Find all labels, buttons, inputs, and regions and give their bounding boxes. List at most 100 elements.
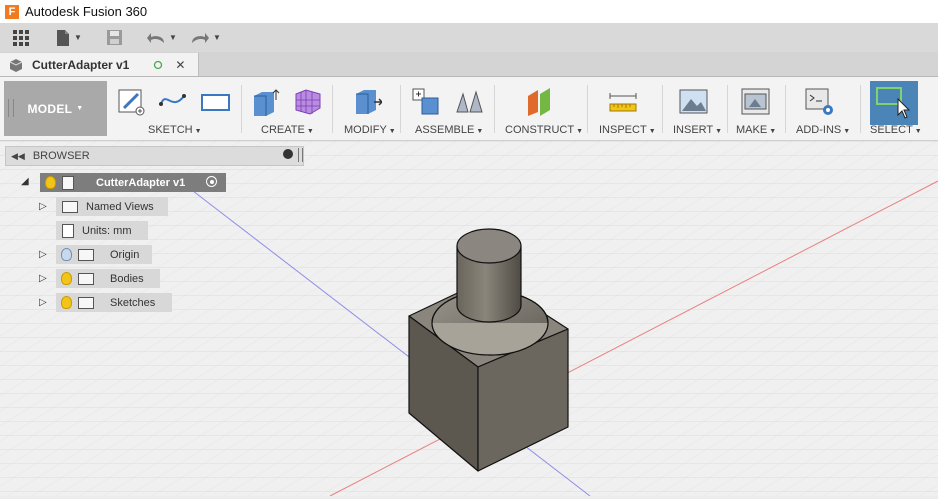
spline-icon[interactable] [158,86,188,116]
form-icon[interactable] [292,86,322,116]
visibility-bulb-icon[interactable] [61,296,72,309]
visibility-bulb-icon[interactable] [45,176,56,189]
measure-icon[interactable] [608,86,638,116]
expand-arrow-icon[interactable]: ▷ [39,201,47,212]
folder-icon [78,296,94,309]
toolbar-separator [400,85,401,133]
chevron-down-icon: ▼ [576,128,583,135]
sketch-menu-label: SKETCH [148,124,193,136]
chevron-down-icon: ▼ [194,128,202,135]
expand-arrow-icon[interactable]: ▷ [39,273,47,284]
offset-plane-icon[interactable] [524,86,554,116]
insert-image-icon[interactable] [678,86,708,116]
save-button[interactable] [106,28,123,47]
document-tab-bar: CutterAdapter v1 ✕ [0,52,938,77]
collapse-root-icon[interactable]: ◢ [21,176,29,187]
extrude-icon[interactable] [250,86,280,116]
3d-print-icon[interactable] [740,86,770,116]
grid-apps-icon [13,29,29,46]
toolbar-separator [587,85,588,133]
press-pull-icon[interactable] [352,86,382,116]
tree-item-named-views[interactable]: Named Views [56,197,168,216]
chevron-down-icon: ▼ [213,33,221,42]
file-menu-button[interactable]: ▼ [55,28,82,47]
tree-item-label: Origin [110,248,140,261]
chevron-down-icon: ▼ [76,105,84,112]
inspect-menu-label: INSPECT [599,124,647,136]
chevron-down-icon: ▼ [914,128,922,135]
browser-grip-icon[interactable] [298,148,303,162]
file-icon [57,29,69,46]
toolbar-separator [662,85,663,133]
sketch-menu[interactable]: SKETCH ▼ [148,124,202,136]
undo-button[interactable]: ▼ [146,28,177,47]
select-menu[interactable]: SELECT ▼ [870,124,922,136]
assemble-menu[interactable]: ASSEMBLE ▼ [415,124,483,136]
toolbar-grip-icon[interactable] [8,99,14,117]
undo-icon [147,32,164,43]
construct-menu-label: CONSTRUCT [505,124,575,136]
tree-root-node[interactable]: CutterAdapter v1 [40,173,226,192]
collapse-browser-icon[interactable]: ◀◀ [11,151,25,162]
chevron-down-icon: ▼ [169,33,177,42]
toolbar-separator [241,85,242,133]
tree-item-bodies[interactable]: Bodies [56,269,160,288]
create-menu[interactable]: CREATE ▼ [261,124,314,136]
fusion-logo-icon: F [5,4,19,19]
workspace-switcher[interactable]: MODEL ▼ [4,81,107,136]
inspect-menu[interactable]: INSPECT ▼ [599,124,656,136]
model-canvas[interactable] [0,141,938,497]
chevron-down-icon: ▼ [306,128,314,135]
visibility-bulb-off-icon[interactable] [61,248,72,261]
window-title: Autodesk Fusion 360 [25,4,148,19]
document-icon [62,223,74,238]
tree-item-sketches[interactable]: Sketches [56,293,172,312]
document-tab[interactable]: CutterAdapter v1 ✕ [0,53,199,76]
pin-browser-icon[interactable] [283,149,293,159]
add-ins-menu[interactable]: ADD-INS ▼ [796,124,850,136]
tree-item-origin[interactable]: Origin [56,245,152,264]
close-tab-icon[interactable]: ✕ [175,58,185,72]
chevron-down-icon: ▼ [769,128,777,135]
expand-arrow-icon[interactable]: ▷ [39,249,47,260]
folder-icon [62,200,78,213]
save-icon [107,30,122,45]
create-menu-label: CREATE [261,124,305,136]
chevron-down-icon: ▼ [388,128,396,135]
joint-icon[interactable] [454,86,484,116]
assemble-menu-label: ASSEMBLE [415,124,475,136]
construct-menu[interactable]: CONSTRUCT ▼ [505,124,583,136]
select-menu-label: SELECT [870,124,913,136]
modify-menu-label: MODIFY [344,124,387,136]
make-menu-label: MAKE [736,124,768,136]
canvas-viewport[interactable] [0,141,938,497]
folder-icon [78,248,94,261]
toolbar-separator [332,85,333,133]
component-icon [9,58,23,72]
make-menu[interactable]: MAKE ▼ [736,124,776,136]
data-panel-button[interactable] [12,28,30,47]
toolbar-separator [727,85,728,133]
activate-component-icon[interactable] [206,176,217,187]
chevron-down-icon: ▼ [648,128,656,135]
tree-item-label: Named Views [86,200,154,213]
rectangle-icon[interactable] [200,86,230,116]
visibility-bulb-icon[interactable] [61,272,72,285]
tree-item-label: Sketches [110,296,156,309]
redo-button[interactable]: ▼ [190,28,221,47]
browser-title: BROWSER [32,150,90,162]
modify-menu[interactable]: MODIFY ▼ [344,124,396,136]
tree-item-label: Bodies [110,272,144,285]
new-component-icon[interactable] [410,86,440,116]
browser-panel-header: ◀◀ BROWSER [5,146,304,166]
chevron-down-icon: ▼ [74,33,82,42]
toolbar-separator [494,85,495,133]
tree-item-units[interactable]: Units: mm [56,221,148,240]
insert-menu[interactable]: INSERT ▼ [673,124,722,136]
select-button[interactable] [870,81,918,125]
expand-arrow-icon[interactable]: ▷ [39,297,47,308]
create-sketch-icon[interactable] [116,86,146,116]
scripts-addins-icon[interactable] [804,86,834,116]
chevron-down-icon: ▼ [843,128,851,135]
chevron-down-icon: ▼ [715,128,723,135]
